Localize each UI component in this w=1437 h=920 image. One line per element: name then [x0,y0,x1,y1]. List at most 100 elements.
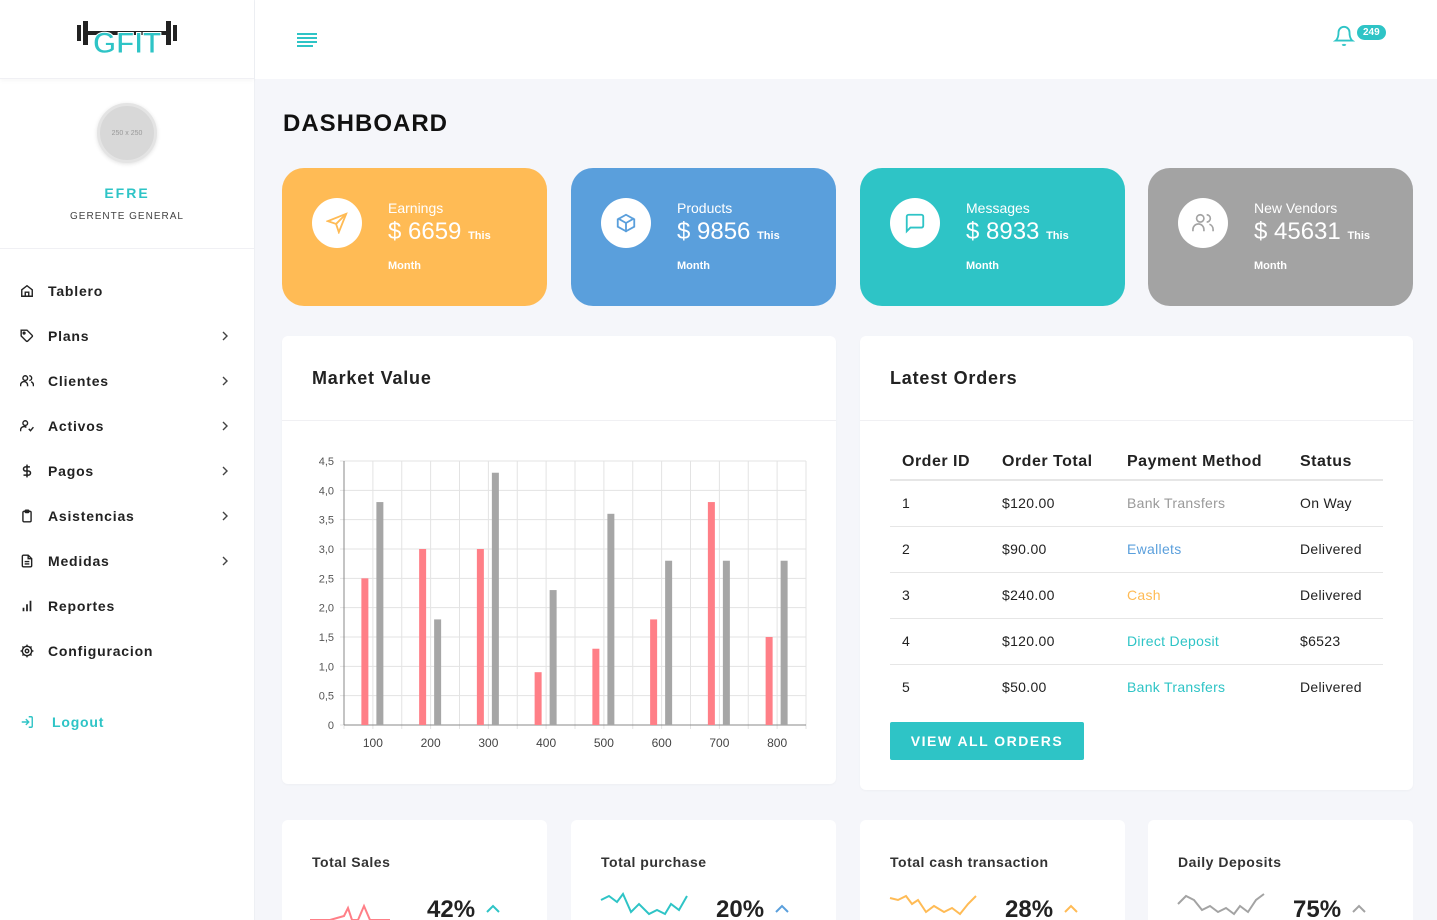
column-header[interactable]: Payment Method [1115,444,1288,481]
stat-card-messages[interactable]: Messages $ 8933 This Month [860,168,1125,306]
sidebar-item-clientes[interactable]: Clientes [0,358,254,403]
bar [534,672,542,725]
chevron-right-icon [222,556,228,565]
sidebar-item-label: Tablero [48,282,104,299]
table-header-row: Order ID Order Total Payment Method Stat… [890,444,1383,481]
sidebar: GFIT 250 x 250 EFRE GERENTE GENERAL Tabl… [0,0,255,920]
y-tick-label: 3,5 [319,515,334,527]
panel-title: Latest Orders [890,368,1018,388]
box-icon [601,198,651,248]
table-row[interactable]: 3 $240.00 Cash Delivered [890,572,1383,619]
status-cell: On Way [1288,480,1383,527]
avatar-placeholder: 250 x 250 [111,129,143,137]
sidebar-item-activos[interactable]: Activos [0,403,254,448]
payment-method-cell: Bank Transfers [1127,679,1226,696]
sidebar-item-configuracion[interactable]: Configuracion [0,628,254,673]
bar [376,502,384,725]
mini-card-total-purchase[interactable]: Total purchase 20% [571,820,836,920]
file-text-icon [20,553,34,568]
stat-card-products[interactable]: Products $ 9856 This Month [571,168,836,306]
bar [722,560,730,725]
sidebar-item-label: Clientes [48,372,109,389]
sidebar-item-medidas[interactable]: Medidas [0,538,254,583]
sidebar-item-tablero[interactable]: Tablero [0,268,254,313]
table-row[interactable]: 2 $90.00 Ewallets Delivered [890,526,1383,573]
chevron-up-icon [486,904,500,913]
y-tick-label: 1,0 [319,661,334,673]
mini-card-total-sales[interactable]: Total Sales 42% [282,820,547,920]
users-icon [1178,198,1228,248]
latest-orders-panel: Latest Orders Order ID Order Total Payme… [860,336,1413,790]
status-cell: Delivered [1288,572,1383,619]
hamburger-menu-icon[interactable] [297,32,319,48]
top-bar: 249 [255,0,1437,79]
stat-suffix: This [1046,230,1069,242]
column-header[interactable]: Order ID [890,444,990,481]
stat-card-new-vendors[interactable]: New Vendors $ 45631 This Month [1148,168,1413,306]
stat-value: $ 45631 This [1254,218,1370,246]
avatar[interactable]: 250 x 250 [97,103,157,163]
dollar-icon [20,464,34,478]
order-id-cell: 3 [890,572,990,619]
sidebar-item-plans[interactable]: Plans [0,313,254,358]
y-tick-label: 4,0 [319,485,334,497]
mini-card-title: Total cash transaction [890,854,1049,870]
users-icon [20,374,34,388]
order-total-cell: $240.00 [990,572,1115,619]
bell-icon[interactable] [1333,24,1355,48]
mini-card-title: Daily Deposits [1178,854,1282,870]
table-row[interactable]: 1 $120.00 Bank Transfers On Way [890,480,1383,527]
logo-icon[interactable]: GFIT [75,15,179,63]
view-all-orders-button[interactable]: VIEW ALL ORDERS [890,722,1084,760]
mini-card-percent: 42% [427,896,476,920]
mini-card-total-cash-transaction[interactable]: Total cash transaction 28% [860,820,1125,920]
stat-card-earnings[interactable]: Earnings $ 6659 This Month [282,168,547,306]
order-id-cell: 5 [902,679,911,696]
y-tick-label: 0,5 [319,691,334,703]
sidebar-item-reportes[interactable]: Reportes [0,583,254,628]
sidebar-item-pagos[interactable]: Pagos [0,448,254,493]
profile-name: EFRE [104,185,150,201]
bar [361,578,369,725]
logout-button[interactable]: Logout [20,714,104,730]
message-icon [890,198,940,248]
mini-card-daily-deposits[interactable]: Daily Deposits 75% [1148,820,1413,920]
y-tick-label: 2,5 [319,573,334,585]
logout-icon [21,716,33,728]
logo-area: GFIT [0,0,254,79]
mini-card-title: Total Sales [312,854,391,870]
mini-card-percent: 75% [1293,896,1342,920]
sparkline [1177,893,1265,916]
x-tick-label: 600 [652,736,672,750]
send-icon [312,198,362,248]
stat-suffix: This [1347,230,1371,242]
sidebar-item-label: Activos [48,417,105,434]
status-cell: Delivered [1288,526,1383,573]
status-cell: $6523 [1288,618,1383,665]
table-row[interactable]: 4 $120.00 Direct Deposit $6523 [890,618,1383,665]
stat-value: $ 8933 This [966,218,1069,246]
y-tick-label: 2,0 [319,603,334,615]
x-tick-label: 500 [594,736,614,750]
table-row[interactable]: 5 $50.00 Bank Transfers Delivered [890,664,1383,710]
sidebar-item-label: Pagos [48,462,95,479]
stat-amount: $ 6659 [388,218,462,245]
column-header[interactable]: Status [1288,444,1383,481]
payment-method-cell: Bank Transfers [1115,480,1288,527]
home-icon [20,284,34,298]
chevron-up-icon [775,904,789,913]
sidebar-item-label: Plans [48,327,90,344]
user-check-icon [20,419,34,433]
stat-label: Products [677,200,733,216]
stat-value: $ 9856 This [677,218,780,246]
sidebar-menu: Tablero Plans Clientes Activos Pagos Asi… [0,249,254,673]
bar [765,637,773,725]
mini-card-percent: 20% [716,896,765,920]
bar [549,590,557,725]
column-header[interactable]: Order Total [990,444,1115,481]
y-tick-label: 1,5 [319,632,334,644]
chevron-right-icon [222,511,228,520]
order-total-cell: $120.00 [990,618,1115,665]
x-tick-label: 700 [709,736,729,750]
sidebar-item-asistencias[interactable]: Asistencias [0,493,254,538]
